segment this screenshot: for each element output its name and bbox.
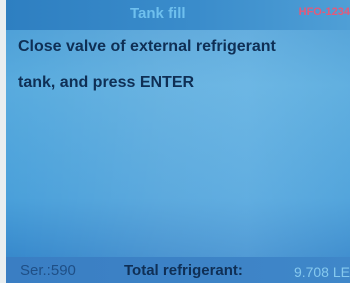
instruction-line-2: tank, and press ENTER <box>18 74 195 91</box>
serial-number: Ser.:590 <box>20 262 76 279</box>
refrigerant-type-badge: HFO-1234 <box>298 6 350 18</box>
instruction-line-1: Close valve of external refrigerant <box>18 38 276 55</box>
status-bar: Ser.:590 Total refrigerant: 9.708 LE <box>6 257 350 283</box>
title-bar: Tank fill HFO-1234 <box>6 0 350 30</box>
device-screen: Tank fill HFO-1234 Close valve of extern… <box>6 0 350 283</box>
total-refrigerant-value: 9.708 LE <box>293 264 350 280</box>
screen-title: Tank fill <box>130 5 186 22</box>
total-refrigerant-label: Total refrigerant: <box>124 262 243 279</box>
